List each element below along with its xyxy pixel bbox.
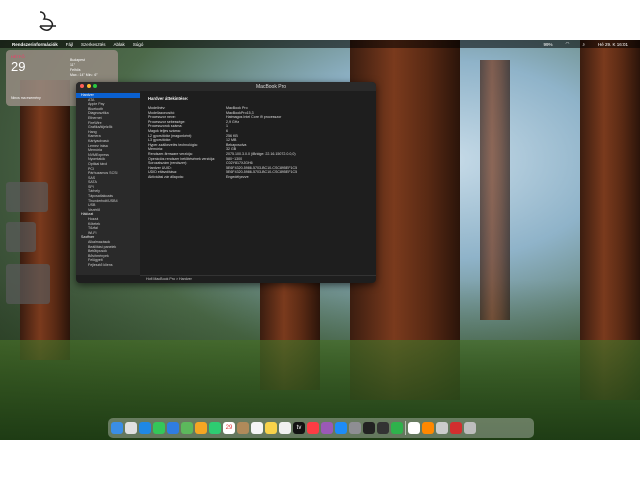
reminders-icon[interactable]: [251, 422, 263, 434]
window-titlebar[interactable]: MacBook Pro: [76, 82, 376, 91]
numbers-icon[interactable]: [391, 422, 403, 434]
activity-icon[interactable]: [377, 422, 389, 434]
sidebar: Hardver ATA Apple Pay Bluetooth Diagnosztika…: [76, 91, 140, 275]
widget-weather: Budapest 11° Felhős Max.: 14° Min.: 6°: [70, 58, 98, 78]
messages-icon[interactable]: [153, 422, 165, 434]
sidebar-item[interactable]: Fejlesztő kliens: [76, 263, 140, 268]
notes-icon[interactable]: [265, 422, 277, 434]
finder-icon[interactable]: [111, 422, 123, 434]
freeform-icon[interactable]: [279, 422, 291, 434]
minimize-button[interactable]: [86, 84, 91, 88]
menu-file[interactable]: Fájl: [66, 42, 73, 47]
preview-icon[interactable]: [436, 422, 448, 434]
mail-icon[interactable]: [167, 422, 179, 434]
wifi-icon[interactable]: ◠: [566, 41, 570, 47]
path-bar: Hofi MacBook Pro > Hardver: [140, 275, 376, 283]
hardware-overview-table: Modellnév: MacBook Pro Modellazonosító: Mac…: [148, 106, 374, 180]
vlc-icon[interactable]: [422, 422, 434, 434]
facetime-icon[interactable]: [209, 422, 221, 434]
close-button[interactable]: [80, 84, 84, 88]
podcasts-icon[interactable]: [321, 422, 333, 434]
system-settings-icon[interactable]: [349, 422, 361, 434]
info-row: Aktiválási zár állapota: Engedélyezve: [148, 175, 374, 180]
system-information-window[interactable]: MacBook Pro Hardver ATA Apple Pay Bluetooth…: [76, 82, 376, 283]
search-icon[interactable]: ⌕: [582, 42, 585, 47]
launchpad-icon[interactable]: [125, 422, 137, 434]
menu-bar: Rendszerinformációk Fájl Szerkesztés Abl…: [0, 40, 640, 48]
tv-icon[interactable]: tv: [293, 422, 305, 434]
battery-percent[interactable]: 99%: [543, 42, 552, 47]
content-title: Hardver áttekintése:: [148, 96, 189, 101]
info-value: Engedélyezve: [226, 174, 249, 179]
menu-window[interactable]: Ablak: [114, 42, 125, 47]
content-pane: Hardver áttekintése: Modellnév: MacBook P…: [140, 91, 376, 275]
widget-day: 29: [11, 59, 26, 74]
zoom-button[interactable]: [93, 84, 97, 88]
stage-thumbnail-3[interactable]: [6, 264, 50, 304]
terminal-icon[interactable]: [363, 422, 375, 434]
info-key: Aktiválási zár állapota:: [148, 174, 184, 179]
trash-icon[interactable]: [464, 422, 476, 434]
maps-icon[interactable]: [181, 422, 193, 434]
menu-edit[interactable]: Szerkesztés: [81, 42, 106, 47]
menu-clock[interactable]: Hé 29. K 16:01: [598, 42, 628, 47]
music-icon[interactable]: [307, 422, 319, 434]
stage-thumbnail-1[interactable]: [6, 182, 48, 212]
dock: 29 tv: [108, 418, 534, 438]
acrobat-icon[interactable]: [450, 422, 462, 434]
app-logo-icon: [39, 11, 56, 31]
stage-thumbnail-2[interactable]: [6, 222, 36, 252]
photos-icon[interactable]: [195, 422, 207, 434]
app-store-icon[interactable]: [335, 422, 347, 434]
calendar-icon[interactable]: 29: [223, 422, 235, 434]
chrome-icon[interactable]: [408, 422, 420, 434]
dock-separator: [405, 421, 406, 435]
contacts-icon[interactable]: [237, 422, 249, 434]
window-title: MacBook Pro: [256, 84, 287, 90]
widget-no-events: Nincs ma esemény: [11, 96, 41, 100]
menu-app-name[interactable]: Rendszerinformációk: [12, 42, 58, 47]
safari-icon[interactable]: [139, 422, 151, 434]
menu-help[interactable]: Súgó: [133, 42, 144, 47]
weather-range: Max.: 14° Min.: 6°: [70, 73, 98, 77]
